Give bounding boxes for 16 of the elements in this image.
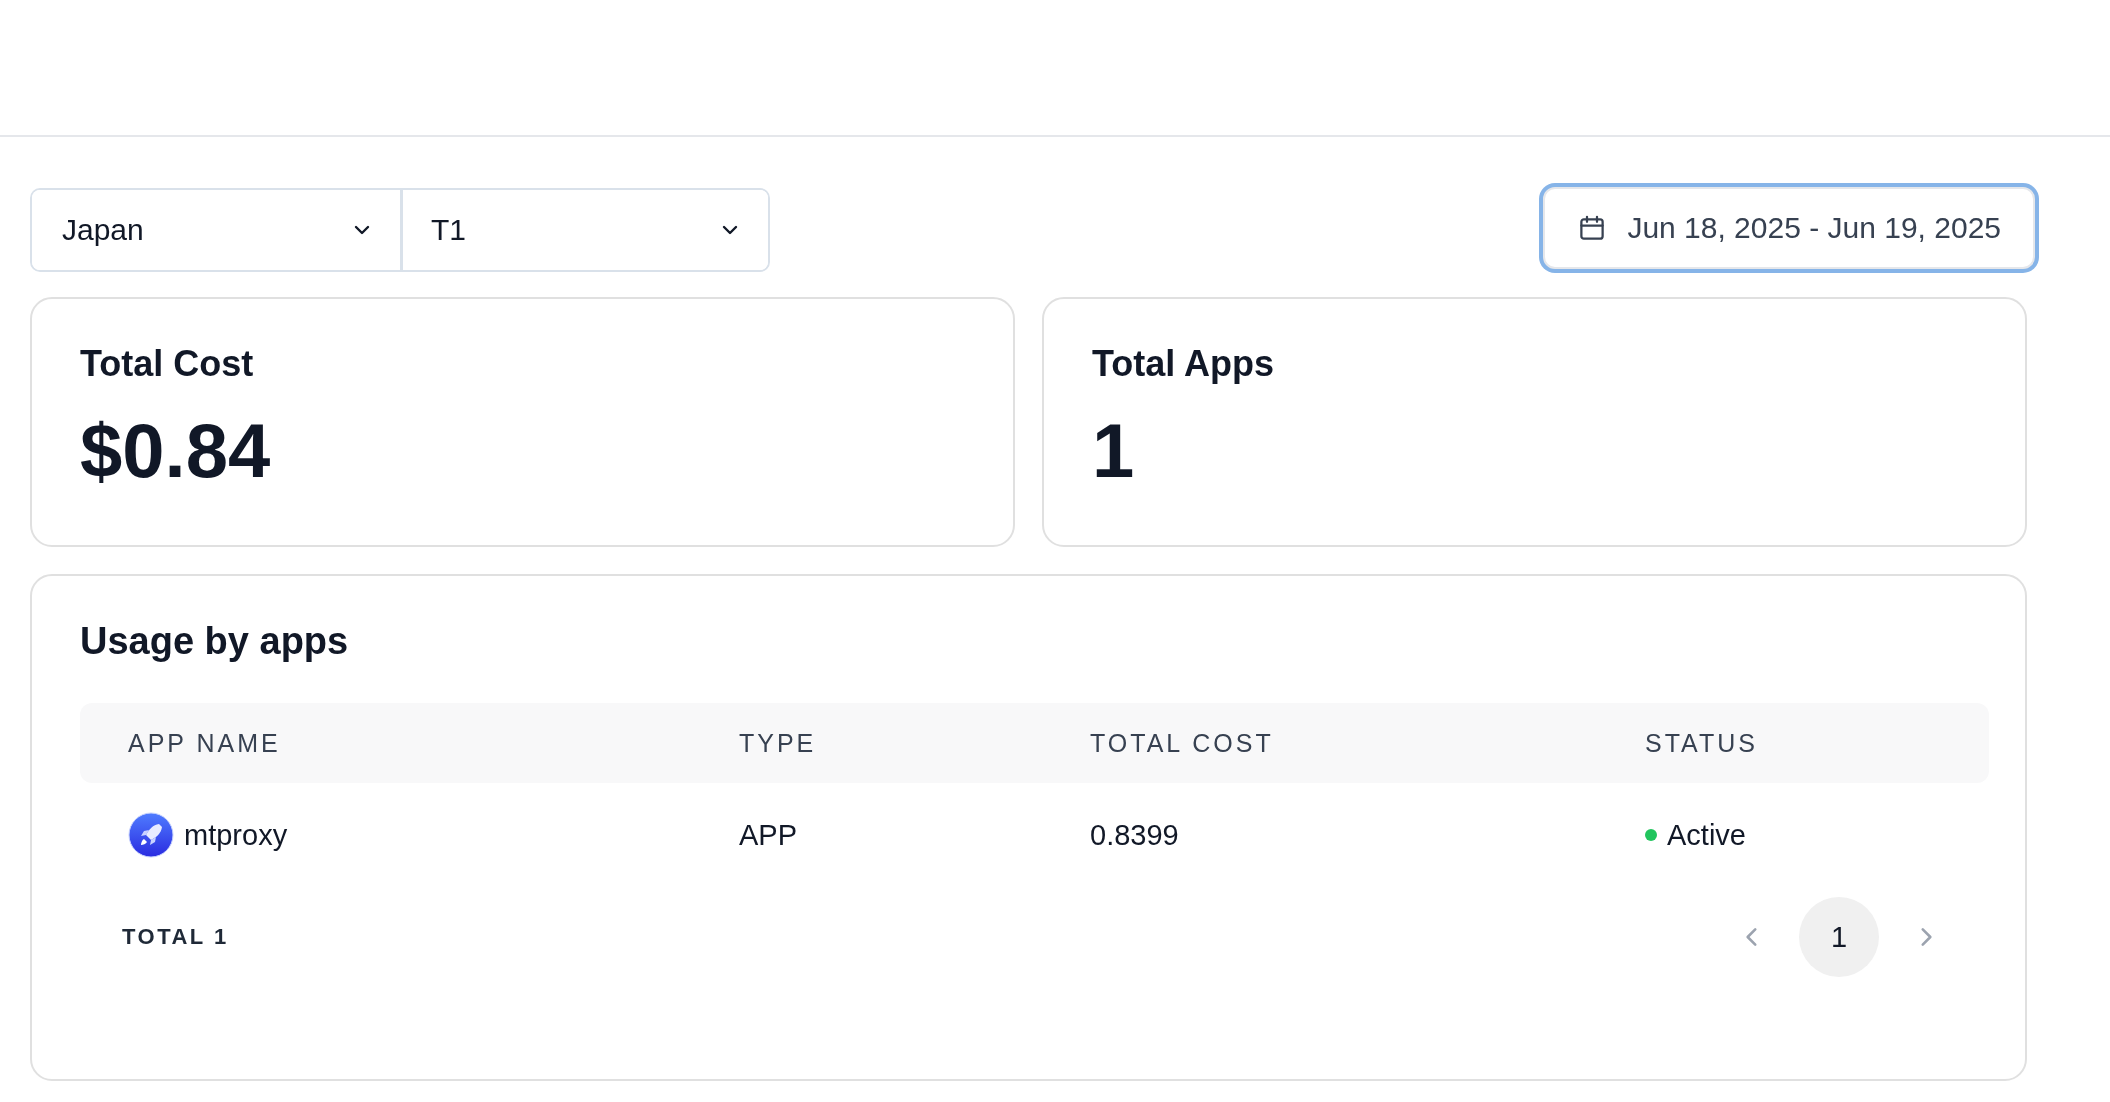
column-header: APP NAME [128, 728, 282, 758]
stat-value: $0.84 [80, 407, 272, 494]
table-cell-text: 0.8399 [1090, 818, 1180, 852]
stat-value: 1 [1092, 407, 1136, 494]
card-title: Usage by apps [80, 620, 350, 663]
stat-label: Total Apps [1092, 343, 1275, 385]
table-cell: mtproxy [184, 818, 288, 852]
total-count: TOTAL 1 [122, 924, 229, 950]
page-button[interactable]: 1 [1799, 897, 1879, 977]
column-header: STATUS [1645, 728, 1759, 758]
status-text: Active [1667, 818, 1746, 852]
stat-label: Total Cost [80, 343, 255, 385]
rocket-icon [128, 812, 174, 858]
column-header: TOTAL COST [1090, 728, 1275, 758]
column-header: TYPE [739, 728, 818, 758]
table-cell-text: APP [739, 818, 799, 852]
